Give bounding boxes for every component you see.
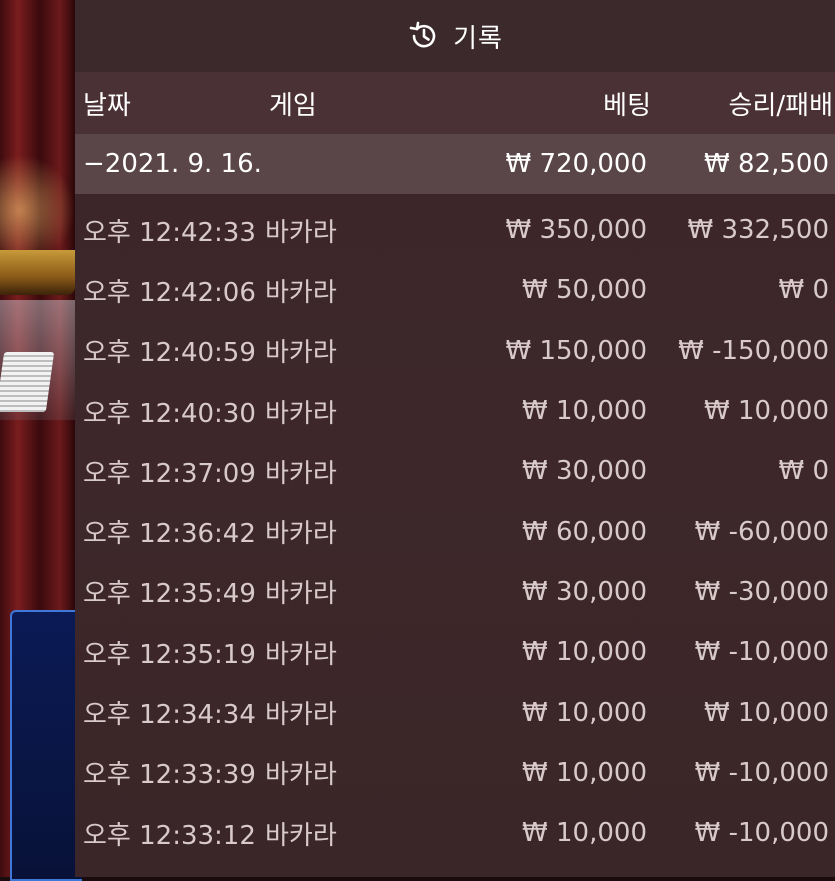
history-row[interactable]: 오후 12:35:49 바카라 ₩ 30,000 ₩ -30,000 (75, 562, 835, 622)
column-game: 게임 (269, 90, 317, 121)
table-header: 날짜 게임 베팅 승리/패배 (75, 72, 835, 134)
date-group-win-total: ₩ 82,500 (704, 149, 829, 179)
row-game: 바카라 (265, 700, 337, 731)
row-game: 바카라 (265, 398, 337, 429)
row-time: 오후 12:42:06 (83, 277, 256, 308)
row-bet: ₩ 50,000 (522, 275, 647, 306)
row-bet: ₩ 30,000 (522, 456, 647, 487)
row-bet: ₩ 10,000 (522, 818, 647, 849)
row-win: ₩ 332,500 (687, 215, 830, 246)
date-group-label: −2021. 9. 16. (83, 149, 262, 179)
row-win: ₩ 10,000 (704, 697, 829, 728)
row-bet: ₩ 10,000 (522, 697, 647, 728)
row-game: 바카라 (265, 458, 337, 489)
row-win: ₩ 0 (778, 275, 829, 306)
row-bet: ₩ 10,000 (522, 396, 647, 427)
history-row[interactable]: 오후 12:36:42 바카라 ₩ 60,000 ₩ -60,000 (75, 501, 835, 561)
row-time: 오후 12:37:09 (83, 458, 256, 489)
row-bet: ₩ 10,000 (522, 637, 647, 668)
column-date: 날짜 (83, 90, 131, 121)
history-row[interactable]: 오후 12:34:34 바카라 ₩ 10,000 ₩ 10,000 (75, 682, 835, 742)
row-time: 오후 12:35:49 (83, 579, 256, 610)
panel-title: 기록 (453, 23, 503, 54)
row-win: ₩ 10,000 (704, 396, 829, 427)
row-win: ₩ -10,000 (694, 818, 829, 849)
table-rail (0, 250, 75, 295)
date-group-bet-total: ₩ 720,000 (505, 149, 648, 179)
row-game: 바카라 (265, 217, 337, 248)
row-time: 오후 12:33:39 (83, 760, 256, 791)
history-row[interactable]: 오후 12:40:30 바카라 ₩ 10,000 ₩ 10,000 (75, 381, 835, 441)
history-list: 오후 12:42:33 바카라 ₩ 350,000 ₩ 332,500 오후 1… (75, 194, 835, 863)
date-group-row[interactable]: −2021. 9. 16. ₩ 720,000 ₩ 82,500 (75, 134, 835, 194)
column-win-loss: 승리/패배 (728, 90, 833, 121)
history-row[interactable]: 오후 12:40:59 바카라 ₩ 150,000 ₩ -150,000 (75, 321, 835, 381)
row-win: ₩ -30,000 (694, 576, 829, 607)
side-panel (10, 610, 82, 881)
row-win: ₩ -60,000 (694, 516, 829, 547)
row-bet: ₩ 10,000 (522, 757, 647, 788)
row-game: 바카라 (265, 277, 337, 308)
row-bet: ₩ 350,000 (505, 215, 648, 246)
row-time: 오후 12:33:12 (83, 820, 256, 851)
row-game: 바카라 (265, 820, 337, 851)
history-row[interactable]: 오후 12:35:19 바카라 ₩ 10,000 ₩ -10,000 (75, 622, 835, 682)
row-game: 바카라 (265, 338, 337, 369)
row-game: 바카라 (265, 519, 337, 550)
card-stack (0, 352, 55, 412)
row-time: 오후 12:40:59 (83, 338, 256, 369)
history-panel: 기록 날짜 게임 베팅 승리/패배 −2021. 9. 16. ₩ 720,00… (75, 0, 835, 877)
history-row[interactable]: 오후 12:33:12 바카라 ₩ 10,000 ₩ -10,000 (75, 803, 835, 863)
row-time: 오후 12:36:42 (83, 519, 256, 550)
history-header: 기록 (75, 0, 835, 72)
history-icon (407, 19, 441, 53)
row-win: ₩ -150,000 (678, 335, 829, 366)
row-win: ₩ -10,000 (694, 637, 829, 668)
history-row[interactable]: 오후 12:33:39 바카라 ₩ 10,000 ₩ -10,000 (75, 743, 835, 803)
row-time: 오후 12:35:19 (83, 639, 256, 670)
history-row[interactable]: 오후 12:42:06 바카라 ₩ 50,000 ₩ 0 (75, 260, 835, 320)
column-bet: 베팅 (603, 90, 651, 121)
row-win: ₩ -10,000 (694, 757, 829, 788)
row-game: 바카라 (265, 639, 337, 670)
history-row[interactable]: 오후 12:42:33 바카라 ₩ 350,000 ₩ 332,500 (75, 200, 835, 260)
row-time: 오후 12:42:33 (83, 217, 256, 248)
row-bet: ₩ 30,000 (522, 576, 647, 607)
row-bet: ₩ 150,000 (505, 335, 648, 366)
row-win: ₩ 0 (778, 456, 829, 487)
history-row[interactable]: 오후 12:37:09 바카라 ₩ 30,000 ₩ 0 (75, 441, 835, 501)
row-time: 오후 12:40:30 (83, 398, 256, 429)
row-game: 바카라 (265, 579, 337, 610)
row-game: 바카라 (265, 760, 337, 791)
row-time: 오후 12:34:34 (83, 700, 256, 731)
row-bet: ₩ 60,000 (522, 516, 647, 547)
